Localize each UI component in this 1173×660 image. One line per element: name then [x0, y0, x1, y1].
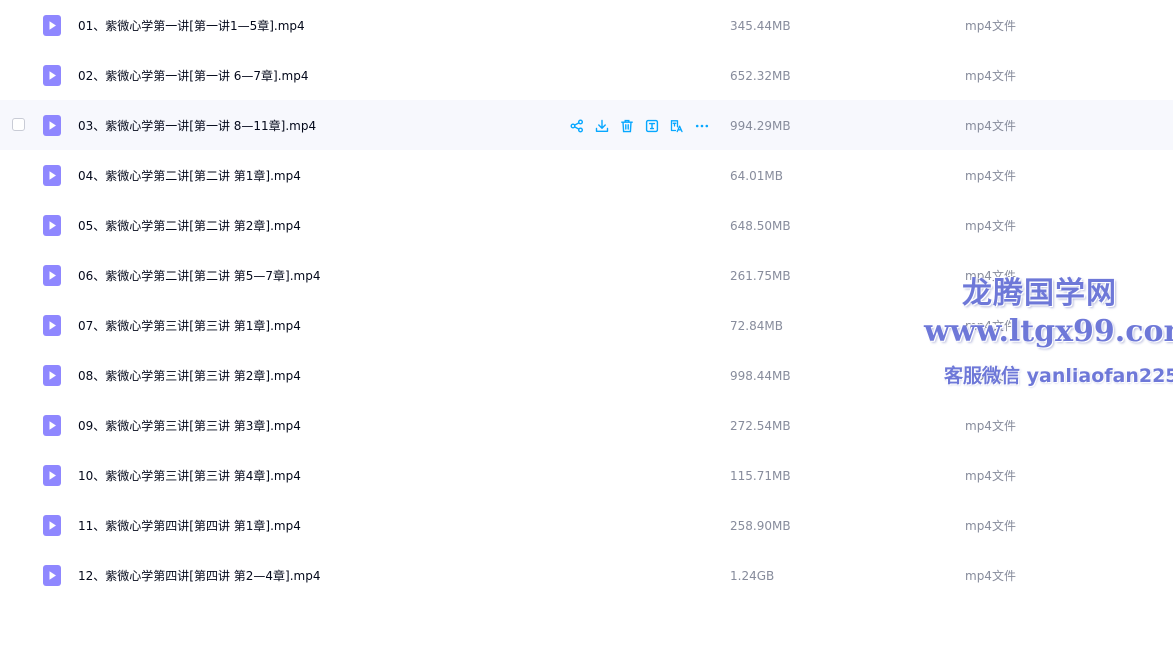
file-size: 998.44MB: [730, 369, 791, 383]
row-checkbox[interactable]: [12, 118, 25, 131]
file-size: 261.75MB: [730, 269, 791, 283]
file-row[interactable]: 07、紫微心学第三讲[第三讲 第1章].mp4 72.84MB mp4文件: [0, 300, 1173, 350]
share-button[interactable]: [568, 117, 586, 135]
file-row[interactable]: 08、紫微心学第三讲[第三讲 第2章].mp4 998.44MB mp4文件: [0, 350, 1173, 400]
file-type: mp4文件: [965, 269, 1016, 283]
file-size: 115.71MB: [730, 469, 791, 483]
text-extract-icon: [645, 119, 659, 133]
row-actions: [568, 117, 718, 135]
file-type: mp4文件: [965, 19, 1016, 33]
file-name[interactable]: 06、紫微心学第二讲[第二讲 第5—7章].mp4: [78, 250, 320, 302]
file-size: 72.84MB: [730, 319, 783, 333]
file-name[interactable]: 08、紫微心学第三讲[第三讲 第2章].mp4: [78, 350, 301, 402]
video-file-icon: [43, 515, 61, 536]
file-size: 272.54MB: [730, 419, 791, 433]
download-button[interactable]: [593, 117, 611, 135]
video-file-icon: [43, 215, 61, 236]
more-button[interactable]: [693, 117, 711, 135]
delete-button[interactable]: [618, 117, 636, 135]
file-name[interactable]: 03、紫微心学第一讲[第一讲 8—11章].mp4: [78, 100, 316, 152]
file-row[interactable]: 11、紫微心学第四讲[第四讲 第1章].mp4 258.90MB mp4文件: [0, 500, 1173, 550]
file-row[interactable]: 03、紫微心学第一讲[第一讲 8—11章].mp4 994.29MB mp4文件: [0, 100, 1173, 150]
file-type: mp4文件: [965, 469, 1016, 483]
translate-icon: [670, 120, 683, 133]
file-row[interactable]: 01、紫微心学第一讲[第一讲1—5章].mp4 345.44MB mp4文件: [0, 0, 1173, 50]
video-file-icon: [43, 465, 61, 486]
video-file-icon: [43, 65, 61, 86]
file-type: mp4文件: [965, 169, 1016, 183]
more-icon: [695, 124, 709, 128]
file-type: mp4文件: [965, 219, 1016, 233]
file-type: mp4文件: [965, 119, 1016, 133]
file-type: mp4文件: [965, 569, 1016, 583]
video-file-icon: [43, 15, 61, 36]
file-name[interactable]: 11、紫微心学第四讲[第四讲 第1章].mp4: [78, 500, 301, 552]
file-type: mp4文件: [965, 419, 1016, 433]
video-file-icon: [43, 165, 61, 186]
download-icon: [595, 119, 609, 132]
file-type: mp4文件: [965, 319, 1016, 333]
file-row[interactable]: 10、紫微心学第三讲[第三讲 第4章].mp4 115.71MB mp4文件: [0, 450, 1173, 500]
file-size: 652.32MB: [730, 69, 791, 83]
file-row[interactable]: 09、紫微心学第三讲[第三讲 第3章].mp4 272.54MB mp4文件: [0, 400, 1173, 450]
file-row[interactable]: 04、紫微心学第二讲[第二讲 第1章].mp4 64.01MB mp4文件: [0, 150, 1173, 200]
file-type: mp4文件: [965, 519, 1016, 533]
file-row[interactable]: 12、紫微心学第四讲[第四讲 第2—4章].mp4 1.24GB mp4文件: [0, 550, 1173, 600]
file-list: 01、紫微心学第一讲[第一讲1—5章].mp4 345.44MB mp4文件 0…: [0, 0, 1173, 600]
file-name[interactable]: 10、紫微心学第三讲[第三讲 第4章].mp4: [78, 450, 301, 502]
file-name[interactable]: 07、紫微心学第三讲[第三讲 第1章].mp4: [78, 300, 301, 352]
file-name[interactable]: 02、紫微心学第一讲[第一讲 6—7章].mp4: [78, 50, 308, 102]
delete-icon: [621, 119, 633, 133]
file-name[interactable]: 05、紫微心学第二讲[第二讲 第2章].mp4: [78, 200, 301, 252]
file-size: 1.24GB: [730, 569, 775, 583]
translate-button[interactable]: [668, 117, 686, 135]
video-file-icon: [43, 115, 61, 136]
video-file-icon: [43, 415, 61, 436]
file-type: mp4文件: [965, 369, 1016, 383]
video-file-icon: [43, 315, 61, 336]
file-name[interactable]: 09、紫微心学第三讲[第三讲 第3章].mp4: [78, 400, 301, 452]
video-file-icon: [43, 365, 61, 386]
file-row[interactable]: 06、紫微心学第二讲[第二讲 第5—7章].mp4 261.75MB mp4文件: [0, 250, 1173, 300]
file-size: 994.29MB: [730, 119, 791, 133]
video-file-icon: [43, 265, 61, 286]
file-name[interactable]: 04、紫微心学第二讲[第二讲 第1章].mp4: [78, 150, 301, 202]
file-row[interactable]: 05、紫微心学第二讲[第二讲 第2章].mp4 648.50MB mp4文件: [0, 200, 1173, 250]
file-type: mp4文件: [965, 69, 1016, 83]
file-name[interactable]: 01、紫微心学第一讲[第一讲1—5章].mp4: [78, 0, 305, 52]
file-size: 648.50MB: [730, 219, 791, 233]
file-size: 345.44MB: [730, 19, 791, 33]
video-file-icon: [43, 565, 61, 586]
file-size: 258.90MB: [730, 519, 791, 533]
share-icon: [570, 119, 583, 133]
file-name[interactable]: 12、紫微心学第四讲[第四讲 第2—4章].mp4: [78, 550, 320, 602]
file-size: 64.01MB: [730, 169, 783, 183]
text-extract-button[interactable]: [643, 117, 661, 135]
file-row[interactable]: 02、紫微心学第一讲[第一讲 6—7章].mp4 652.32MB mp4文件: [0, 50, 1173, 100]
